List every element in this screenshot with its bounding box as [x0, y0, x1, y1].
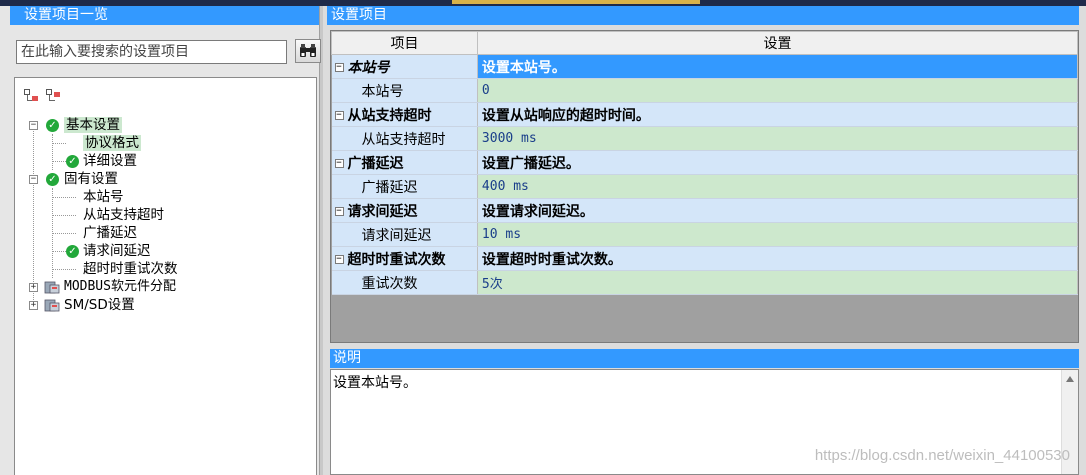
setting-label: 本站号	[331, 78, 478, 103]
setting-value[interactable]: 3000 ms	[477, 126, 1079, 151]
setting-label: 广播延迟	[331, 174, 478, 199]
setting-value[interactable]: 0	[477, 78, 1079, 103]
tree-expander-smsd[interactable]: +	[29, 301, 38, 310]
expand-tree-icon[interactable]	[23, 88, 39, 102]
tree-expander-basic[interactable]: −	[29, 121, 38, 130]
tree-item-request-delay[interactable]: 请求间延迟	[83, 242, 151, 260]
setting-label: 从站支持超时	[331, 126, 478, 151]
scroll-up-icon[interactable]	[1066, 376, 1074, 382]
watermark: https://blog.csdn.net/weixin_44100530	[814, 447, 1070, 464]
setting-row[interactable]: 请求间延迟 10 ms	[331, 222, 1079, 247]
category-row[interactable]: − 请求间延迟 设置请求间延迟。	[331, 198, 1079, 223]
collapse-icon[interactable]: −	[334, 111, 344, 120]
description-title: 说明	[330, 349, 1079, 368]
settings-tree: − ✓ 基本设置 协议格式 ✓ 详细设置 − ✓ 固有设置 本站号 从站支持超时…	[14, 77, 317, 475]
category-description: 设置广播延迟。	[477, 150, 1079, 175]
settings-list-panel: 设置项目一览 在此输入要搜索的设置项目 − ✓ 基本设置 协议格式 ✓ 详细设置…	[0, 6, 323, 475]
tree-item-broadcast-delay[interactable]: 广播延迟	[83, 224, 137, 242]
tree-item-retry-count[interactable]: 超时时重试次数	[83, 260, 178, 278]
tree-toolbar	[23, 88, 61, 104]
tree-item-slave-timeout[interactable]: 从站支持超时	[83, 206, 164, 224]
settings-items-title: 设置项目	[327, 6, 1079, 25]
tree-item-smsd[interactable]: SM/SD设置	[64, 296, 135, 314]
tree-expander-modbus[interactable]: +	[29, 283, 38, 292]
collapse-icon[interactable]: −	[334, 207, 344, 216]
search-input[interactable]	[16, 40, 287, 64]
tree-item-basic[interactable]: 基本设置	[64, 116, 122, 134]
setting-row[interactable]: 广播延迟 400 ms	[331, 174, 1079, 199]
search-row	[16, 39, 321, 68]
category-row[interactable]: − 超时时重试次数 设置超时时重试次数。	[331, 246, 1079, 271]
settings-list-title: 设置项目一览	[10, 6, 319, 25]
column-header-item[interactable]: 项目	[331, 31, 478, 55]
description-box: 设置本站号。 https://blog.csdn.net/weixin_4410…	[330, 369, 1079, 475]
tree-expander-fixed[interactable]: −	[29, 175, 38, 184]
settings-grid: 项目 设置 − 本站号 设置本站号。 本站号 0 − 从站支持超时 设置从站响应的超…	[330, 30, 1079, 343]
device-folder-icon	[44, 299, 60, 312]
setting-label: 重试次数	[331, 270, 478, 295]
category-row[interactable]: − 从站支持超时 设置从站响应的超时时间。	[331, 102, 1079, 127]
tree-item-modbus[interactable]: MODBUS软元件分配	[64, 278, 176, 296]
category-description: 设置请求间延迟。	[477, 198, 1079, 223]
search-button[interactable]	[295, 39, 321, 63]
collapse-icon[interactable]: −	[334, 255, 344, 264]
check-icon: ✓	[66, 155, 79, 168]
column-header-setting[interactable]: 设置	[476, 31, 1079, 55]
collapse-icon[interactable]: −	[334, 63, 344, 72]
category-row[interactable]: − 广播延迟 设置广播延迟。	[331, 150, 1079, 175]
check-icon: ✓	[66, 245, 79, 258]
category-description: 设置超时时重试次数。	[477, 246, 1079, 271]
setting-row[interactable]: 重试次数 5次	[331, 270, 1079, 295]
device-folder-icon	[44, 281, 60, 294]
tree-item-fixed[interactable]: 固有设置	[64, 170, 118, 188]
collapse-tree-icon[interactable]	[45, 88, 61, 102]
tree-item-protocol[interactable]: 协议格式	[83, 134, 141, 152]
check-icon: ✓	[46, 119, 59, 132]
setting-label: 请求间延迟	[331, 222, 478, 247]
description-text: 设置本站号。	[333, 375, 417, 391]
setting-value[interactable]: 10 ms	[477, 222, 1079, 247]
setting-row[interactable]: 本站号 0	[331, 78, 1079, 103]
category-description: 设置本站号。	[477, 54, 1079, 79]
setting-value[interactable]: 400 ms	[477, 174, 1079, 199]
tree-item-detail[interactable]: 详细设置	[83, 152, 137, 170]
setting-row[interactable]: 从站支持超时 3000 ms	[331, 126, 1079, 151]
collapse-icon[interactable]: −	[334, 159, 344, 168]
category-description: 设置从站响应的超时时间。	[477, 102, 1079, 127]
check-icon: ✓	[46, 173, 59, 186]
binoculars-icon	[300, 44, 316, 57]
tree-item-station-no[interactable]: 本站号	[83, 188, 124, 206]
setting-value[interactable]: 5次	[477, 270, 1079, 295]
category-row[interactable]: − 本站号 设置本站号。	[331, 54, 1079, 79]
